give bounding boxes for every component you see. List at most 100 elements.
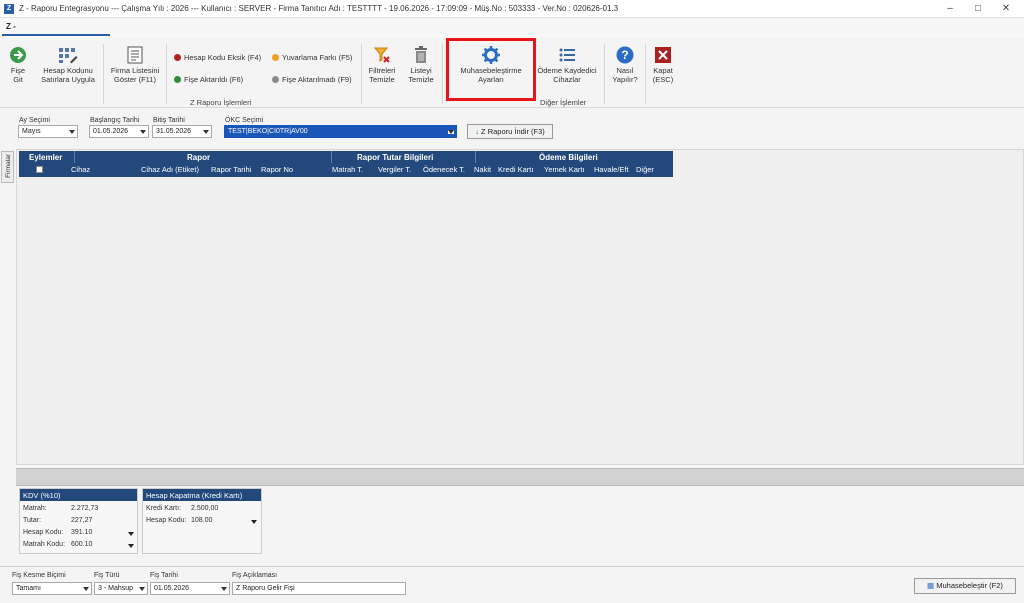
splitter[interactable] (16, 468, 1024, 486)
green-dot-icon (174, 76, 181, 83)
gray-dot-icon (272, 76, 279, 83)
hesap-kapatma-panel: Hesap Kapatma (Kredi Kartı) Kredi Kartı:… (142, 488, 262, 554)
matrah-label: Matrah: (23, 505, 47, 512)
col-diger[interactable]: Diğer (636, 165, 654, 174)
col-rapor-tarihi[interactable]: Rapor Tarihi (211, 165, 251, 174)
list-document-icon (127, 46, 143, 64)
col-matrah[interactable]: Matrah T. (332, 165, 363, 174)
chevron-down-icon (203, 130, 209, 134)
matrah-kodu-field[interactable]: 600.10 (71, 541, 92, 548)
chevron-down-icon (83, 587, 89, 591)
firmalar-tab[interactable]: Firmalar (1, 151, 14, 183)
z-raporu-indir-button[interactable]: ↓ Z Raporu İndir (F3) (467, 124, 553, 139)
highlight-box (446, 38, 536, 101)
legend-yuvarlama-farki[interactable]: Yuvarlama Farkı (F5) (272, 53, 352, 62)
title-bar: Z Z - Raporu Entegrasyonu --- Çalışma Yı… (0, 0, 1024, 18)
legend-fise-aktarildi[interactable]: Fişe Aktarıldı (F6) (174, 75, 243, 84)
col-yemek-karti[interactable]: Yemek Kartı (544, 165, 585, 174)
group-label-diger: Diğer İşlemler (540, 98, 587, 107)
fis-aciklamasi-input[interactable]: Z Raporu Gelir Fişi (232, 582, 406, 595)
okc-label: ÖKC Seçimi (225, 117, 264, 124)
maximize-button[interactable]: □ (968, 2, 988, 15)
hesap-kapatma-header: Hesap Kapatma (Kredi Kartı) (143, 489, 261, 501)
grid-column-header: Cihaz Cihaz Adı (Etiket) Rapor Tarihi Ra… (19, 163, 673, 177)
list-icon (559, 48, 575, 62)
fis-tarihi-input[interactable]: 01.05.2026 (150, 582, 230, 595)
group-odeme: Ödeme Bilgileri (539, 153, 598, 162)
hesap-kodu-label: Hesap Kodu: (146, 517, 187, 524)
svg-text:?: ? (621, 48, 628, 62)
fis-tarihi-label: Fiş Tarihi (150, 572, 178, 579)
group-label-z-raporu: Z Raporu İşlemleri (190, 98, 252, 107)
help-icon: ? (616, 46, 634, 64)
tab-z[interactable]: Z - (2, 22, 110, 36)
filter-clear-icon (373, 47, 390, 63)
kredi-karti-label: Kredi Kartı: (146, 505, 182, 512)
grid-edit-icon (59, 48, 78, 64)
ay-secimi-label: Ay Seçimi (19, 117, 50, 124)
legend-hesap-kodu-eksik[interactable]: Hesap Kodu Eksik (F4) (174, 53, 261, 62)
grid-group-header: Eylemler Rapor Rapor Tutar Bilgileri Öde… (19, 151, 673, 163)
listeyi-temizle-button[interactable]: Listeyi Temizle (403, 46, 439, 84)
group-rapor: Rapor (187, 153, 211, 162)
col-odenecek[interactable]: Ödenecek T. (423, 165, 465, 174)
fis-aciklamasi-label: Fiş Açıklaması (232, 572, 278, 579)
chevron-down-icon (448, 130, 454, 134)
baslangic-label: Başlangıç Tarihi (90, 117, 140, 124)
ay-secimi-select[interactable]: Mayıs (18, 125, 78, 138)
close-icon (655, 47, 671, 63)
filtreleri-temizle-button[interactable]: Filtreleri Temizle (364, 46, 400, 84)
select-all-checkbox[interactable] (36, 166, 43, 173)
close-window-button[interactable]: ✕ (996, 2, 1016, 15)
ribbon-separator (361, 44, 362, 104)
col-nakit[interactable]: Nakit (474, 165, 491, 174)
okc-select[interactable]: TEST|BEKO|CI0TR|AV00 (224, 125, 457, 138)
col-vergiler[interactable]: Vergiler T. (378, 165, 411, 174)
odeme-kaydedici-cihazlar-button[interactable]: Ödeme Kaydedici Cihazlar (536, 46, 598, 84)
chevron-down-icon[interactable] (251, 520, 257, 524)
ribbon-separator (166, 44, 167, 104)
ribbon-separator (604, 44, 605, 104)
fis-kesme-select[interactable]: Tamamı (12, 582, 92, 595)
hesap-kodu-field[interactable]: 108.00 (191, 517, 212, 524)
matrah-kodu-label: Matrah Kodu: (23, 541, 66, 548)
red-dot-icon (174, 54, 181, 61)
firma-listesini-goster-button[interactable]: Firma Listesini Göster (F11) (108, 46, 162, 84)
hesap-kodu-field[interactable]: 391.10 (71, 529, 92, 536)
chevron-down-icon[interactable] (128, 532, 134, 536)
minimize-button[interactable]: – (940, 2, 960, 15)
window-title: Z - Raporu Entegrasyonu --- Çalışma Yılı… (19, 4, 619, 13)
tutar-label: Tutar: (23, 517, 42, 524)
col-cihaz[interactable]: Cihaz (71, 165, 90, 174)
chevron-down-icon (221, 587, 227, 591)
fise-git-button[interactable]: Fişe Git (4, 46, 32, 84)
col-cihaz-adi[interactable]: Cihaz Adı (Etiket) (141, 165, 199, 174)
col-rapor-no[interactable]: Rapor No (261, 165, 293, 174)
matrah-value: 2.272,73 (71, 505, 99, 512)
hesap-kodu-label: Hesap Kodu: (23, 529, 64, 536)
chevron-down-icon[interactable] (128, 544, 134, 548)
bitis-date-input[interactable]: 31.05.2026 (152, 125, 212, 138)
col-havale[interactable]: Havale/Eft (594, 165, 629, 174)
col-kredi-karti[interactable]: Kredi Kartı (498, 165, 533, 174)
side-panel: Firmalar (0, 149, 15, 469)
app-icon: Z (4, 4, 14, 14)
group-eylemler: Eylemler (29, 153, 63, 162)
chevron-down-icon (69, 130, 75, 134)
data-grid: Eylemler Rapor Rapor Tutar Bilgileri Öde… (16, 149, 1024, 465)
kapat-button[interactable]: Kapat (ESC) (648, 46, 678, 84)
fis-turu-label: Fiş Türü (94, 572, 120, 579)
hesap-kodunu-uygula-button[interactable]: Hesap Kodunu Satırlara Uygula (36, 46, 100, 84)
group-rapor-tutar: Rapor Tutar Bilgileri (357, 153, 434, 162)
nasil-yapilir-button[interactable]: ? Nasıl Yapılır? (608, 46, 642, 84)
fis-turu-select[interactable]: 3 - Mahsup (94, 582, 148, 595)
kdv-panel: KDV (%10) Matrah: 2.272,73 Tutar: 227,27… (19, 488, 138, 554)
muhasebelestir-button[interactable]: ▦ Muhasebeleştir (F2) (914, 578, 1016, 594)
arrow-right-icon (10, 47, 26, 63)
tutar-value: 227,27 (71, 517, 93, 524)
legend-fise-aktarilmadi[interactable]: Fişe Aktarılmadı (F9) (272, 75, 352, 84)
bottom-bar: Fiş Kesme Biçimi Tamamı Fiş Türü 3 - Mah… (0, 566, 1024, 603)
baslangic-date-input[interactable]: 01.05.2026 (89, 125, 149, 138)
ledger-icon: ▦ (927, 581, 935, 590)
chevron-down-icon (140, 130, 146, 134)
